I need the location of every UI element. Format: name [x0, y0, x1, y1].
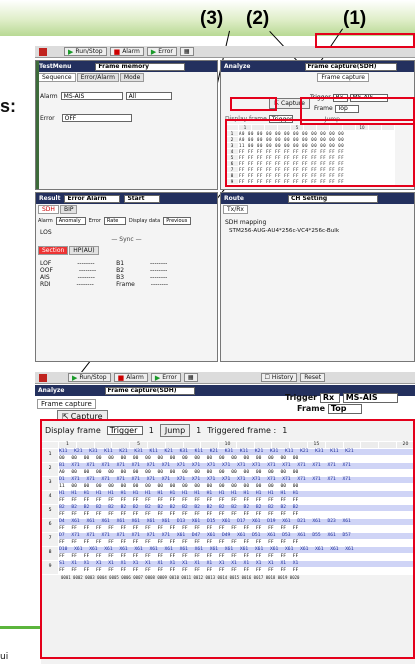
result-options-row: Alarm Anomaly Error Rate Display data Previ…	[36, 215, 217, 227]
layout-button[interactable]: ▦	[179, 47, 194, 56]
status-item: B2 --------	[116, 267, 168, 274]
status-item: RDI --------	[40, 281, 94, 288]
highlight-mode	[315, 33, 415, 48]
callout-1: (1)	[343, 8, 367, 29]
play-icon: ▶	[68, 47, 74, 56]
alarm-status-list: LOF -------- OOF -------- AIS -------- R…	[36, 256, 217, 292]
tab-frame-capture[interactable]: Frame capture	[317, 73, 369, 82]
history-checkbox[interactable]: ☐ History	[260, 373, 298, 382]
alarm-button[interactable]: ■ Alarm	[109, 47, 144, 56]
error-button[interactable]: ▶ Error	[150, 373, 181, 382]
tab-tx-rx[interactable]: Tx/Rx	[223, 205, 248, 214]
test-menu-dropdown[interactable]: Frame memory	[95, 62, 186, 71]
alarm-icon: ■	[113, 47, 121, 56]
route-dropdown[interactable]: CH Setting	[287, 194, 378, 203]
play-icon: ▶	[72, 373, 78, 382]
grid-icon: ▦	[187, 374, 194, 381]
app-logo-icon	[39, 373, 47, 382]
tab-sequence[interactable]: Sequence	[38, 73, 76, 82]
app-logo-icon	[39, 47, 47, 56]
checkbox-icon: ☐	[264, 374, 270, 381]
result-tabs: SDH BIP	[36, 204, 217, 215]
error-select[interactable]: OFF	[61, 114, 132, 122]
right-status-col: B1 -------- B2 -------- B3 -------- Fram…	[116, 260, 168, 288]
status-item: Frame --------	[116, 281, 169, 288]
trigger-group: Trigger Rx MS-AIS Frame Top	[285, 392, 398, 414]
callout-3: (3)	[200, 8, 224, 29]
status-item: B1 --------	[116, 260, 168, 267]
route-tabs: Tx/Rx	[221, 204, 414, 215]
alarm-mode-select[interactable]: Anomaly	[55, 217, 86, 225]
route-panel: Route CH Setting Tx/Rx SDH mapping STM256…	[220, 192, 415, 362]
highlight-trigger	[300, 97, 415, 125]
analyze-tabs: Frame capture	[221, 72, 414, 83]
error-button[interactable]: ▶ Error	[146, 47, 177, 56]
route-header: Route CH Setting	[221, 193, 414, 204]
status-item: OOF --------	[40, 267, 97, 274]
top-window: ▶ Run/Stop ■ Alarm ▶ Error ▦ TestMenu Frame …	[35, 33, 415, 364]
panel-stripe	[36, 61, 39, 189]
test-menu-tabs: Sequence Error/Alarm Mode	[36, 72, 217, 83]
alarm-button[interactable]: ■ Alarm	[113, 373, 148, 382]
los-row: LOS — Sync —	[40, 229, 142, 243]
side-text: s:	[0, 96, 17, 116]
display-data-select[interactable]: Previous	[163, 217, 192, 225]
error-row: Error OFF	[36, 111, 217, 125]
result-dropdown[interactable]: Error Alarm	[64, 194, 121, 203]
tab-frame-capture[interactable]: Frame capture	[37, 399, 96, 409]
play-icon: ▶	[154, 373, 161, 382]
play-icon: ▶	[150, 47, 157, 56]
analyze-header: Analyze Frame capture(SDH)	[221, 61, 414, 72]
trigger-source-select[interactable]: Rx	[319, 392, 340, 403]
frame-select[interactable]: Top	[327, 403, 362, 414]
analyze-mode-select[interactable]: Frame capture(SDH)	[304, 62, 397, 71]
result-panel: Result Error Alarm Start SDH BIP Alarm Anoma…	[35, 192, 218, 362]
status-item: LOF --------	[40, 260, 95, 267]
error-mode-select[interactable]: Rate	[103, 217, 126, 225]
layout-button[interactable]: ▦	[183, 373, 198, 382]
alarm-row: Alarm MS-AIS All	[36, 89, 217, 103]
tab-mode[interactable]: Mode	[119, 73, 145, 82]
status-item: AIS --------	[40, 274, 95, 281]
result-header: Result Error Alarm Start	[36, 193, 217, 204]
analyze-panel: Analyze Frame capture(SDH) Frame capture …	[220, 60, 415, 190]
bottom-text: ui	[0, 652, 9, 662]
run-stop-button[interactable]: ▶ Run/Stop	[68, 373, 111, 382]
status-item: B3 --------	[116, 274, 168, 281]
start-button[interactable]: Start	[124, 194, 161, 203]
highlight-capture	[230, 97, 277, 111]
highlight-grid	[225, 119, 415, 187]
bottom-tabs: Frame capture	[35, 398, 98, 410]
callout-2: (2)	[246, 8, 270, 29]
alarm-icon: ■	[117, 373, 125, 382]
grid-icon: ▦	[183, 48, 190, 55]
reset-button[interactable]: Reset	[300, 373, 326, 382]
run-stop-button[interactable]: ▶ Run/Stop	[64, 47, 107, 56]
mapping-info: SDH mapping STM256-AUG-AU4*256c-VC4*256c…	[225, 219, 340, 234]
tab-hp-au[interactable]: HP(AU)	[69, 246, 99, 255]
tab-sdh[interactable]: SDH	[38, 205, 59, 214]
tab-bip[interactable]: BIP	[59, 205, 78, 214]
highlight-grid	[40, 419, 415, 659]
callout-labels: (3) (2) (1)	[0, 2, 415, 32]
section-tabs: Section HP(AU)	[36, 245, 217, 256]
alarm-scope-select[interactable]: All	[125, 92, 172, 100]
bottom-toolbar: ▶ Run/Stop ■ Alarm ▶ Error ▦ ☐ History Reset	[35, 372, 415, 384]
bottom-window: ▶ Run/Stop ■ Alarm ▶ Error ▦ ☐ History Reset…	[35, 372, 415, 670]
trigger-value-select[interactable]: MS-AIS	[342, 392, 398, 403]
tab-section[interactable]: Section	[38, 246, 69, 255]
alarm-select[interactable]: MS-AIS	[60, 92, 123, 100]
left-status-col: LOF -------- OOF -------- AIS -------- R…	[40, 260, 96, 288]
test-menu-panel: TestMenu Frame memory Sequence Error/Alar…	[35, 60, 218, 190]
tab-error-alarm[interactable]: Error/Alarm	[76, 73, 119, 82]
test-menu-header: TestMenu Frame memory	[36, 61, 217, 72]
analyze-mode-select[interactable]: Frame capture(SDH)	[104, 386, 195, 395]
